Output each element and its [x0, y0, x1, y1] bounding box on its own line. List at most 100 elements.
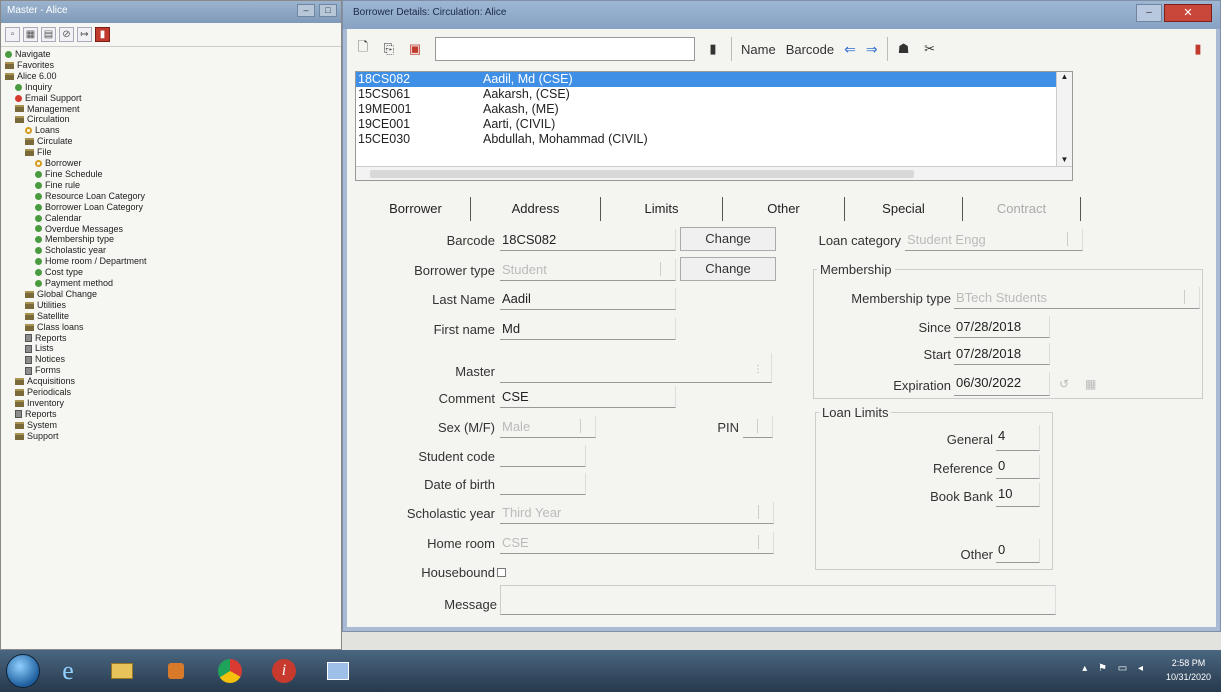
tree-item[interactable]: Scholastic year — [1, 245, 341, 256]
membership-type-select[interactable]: BTech Students — [954, 287, 1200, 309]
other-limit-field[interactable]: 0 — [996, 539, 1040, 563]
name-search-button[interactable]: Name — [736, 42, 781, 57]
tree-item[interactable]: Inquiry — [1, 82, 341, 93]
close-button[interactable]: ✕ — [1164, 4, 1212, 22]
tree-item[interactable]: Support — [1, 431, 341, 442]
pin-select[interactable] — [743, 416, 773, 438]
tree-item[interactable]: Fine rule — [1, 180, 341, 191]
new-record-icon[interactable]: 🗋 — [351, 37, 375, 61]
tree-item[interactable]: Lists — [1, 343, 341, 354]
tree-item[interactable]: Circulation — [1, 114, 341, 125]
tree-item[interactable]: Cost type — [1, 267, 341, 278]
tree-item[interactable]: File — [1, 147, 341, 158]
vertical-scrollbar[interactable]: ▲ ▼ — [1056, 72, 1072, 166]
list-row[interactable]: 15CS061 Aakarsh, (CSE) — [356, 87, 1056, 102]
tree-item[interactable]: Satellite — [1, 311, 341, 322]
expiration-field[interactable]: 06/30/2022 — [954, 372, 1050, 396]
tab-other[interactable]: Other — [723, 197, 845, 221]
tree-item[interactable]: Email Support — [1, 93, 341, 104]
tree-item[interactable]: Favorites — [1, 60, 341, 71]
housebound-checkbox[interactable] — [497, 568, 506, 577]
arrow-icon[interactable]: ↦ — [77, 27, 92, 42]
tree-item[interactable]: Home room / Department — [1, 256, 341, 267]
previous-arrow-icon[interactable]: ⇐ — [839, 41, 861, 58]
tree-item[interactable]: Loans — [1, 125, 341, 136]
new-icon[interactable]: ▫ — [5, 27, 20, 42]
tree-item[interactable]: Resource Loan Category — [1, 191, 341, 202]
tree-item[interactable]: Borrower Loan Category — [1, 202, 341, 213]
sex-select[interactable]: Male — [500, 416, 596, 438]
horizontal-scrollbar[interactable] — [356, 166, 1072, 180]
open-icon[interactable]: ▦ — [23, 27, 38, 42]
book-icon[interactable]: ▮ — [701, 37, 725, 61]
tree-item[interactable]: Overdue Messages — [1, 224, 341, 235]
tree-item[interactable]: Periodicals — [1, 387, 341, 398]
tree-item[interactable]: Reports — [1, 409, 341, 420]
minimize-button[interactable]: – — [1136, 4, 1162, 22]
tree-item[interactable]: Fine Schedule — [1, 169, 341, 180]
tree-item[interactable]: System — [1, 420, 341, 431]
since-field[interactable]: 07/28/2018 — [954, 316, 1050, 338]
tree-item[interactable]: Utilities — [1, 300, 341, 311]
cut-icon[interactable]: ✂ — [918, 37, 942, 61]
master-field[interactable] — [500, 353, 772, 383]
tree-item[interactable]: Notices — [1, 354, 341, 365]
reference-field[interactable]: 0 — [996, 455, 1040, 479]
scroll-up-icon[interactable]: ▲ — [1057, 72, 1072, 81]
tree-item[interactable]: Borrower — [1, 158, 341, 169]
change-barcode-button[interactable]: Change — [680, 227, 776, 251]
alice-app-icon[interactable]: i — [262, 655, 306, 687]
clock[interactable]: 2:58 PM 10/31/2020 — [1166, 656, 1211, 684]
home-room-select[interactable]: CSE — [500, 532, 774, 554]
tab-special[interactable]: Special — [845, 197, 963, 221]
stop-icon[interactable]: ⊘ — [59, 27, 74, 42]
change-type-button[interactable]: Change — [680, 257, 776, 281]
scroll-down-icon[interactable]: ▼ — [1057, 155, 1072, 164]
last-name-field[interactable]: Aadil — [500, 288, 676, 310]
tab-address[interactable]: Address — [471, 197, 601, 221]
copy-icon[interactable]: ⎘ — [377, 37, 401, 61]
save-icon[interactable]: ▤ — [41, 27, 56, 42]
tree-item[interactable]: Reports — [1, 333, 341, 344]
barcode-search-button[interactable]: Barcode — [781, 42, 839, 57]
tree-item[interactable]: Inventory — [1, 398, 341, 409]
list-row[interactable]: 19CE001 Aarti, (CIVIL) — [356, 117, 1056, 132]
minimize-button[interactable]: – — [297, 4, 315, 17]
exit-icon[interactable]: ▮ — [1186, 37, 1210, 61]
general-field[interactable]: 4 — [996, 425, 1040, 451]
next-arrow-icon[interactable]: ⇒ — [861, 41, 883, 58]
internet-explorer-icon[interactable]: e — [46, 655, 90, 687]
tree-item[interactable]: Circulate — [1, 136, 341, 147]
book-bank-field[interactable]: 10 — [996, 483, 1040, 507]
system-tray[interactable]: ▴ ⚑ ▭ ◂ — [1082, 663, 1147, 674]
tree-item[interactable]: Alice 6.00 — [1, 71, 341, 82]
tree-item[interactable]: Navigate — [1, 49, 341, 60]
start-field[interactable]: 07/28/2018 — [954, 343, 1050, 365]
tree-item[interactable]: Acquisitions — [1, 376, 341, 387]
file-explorer-icon[interactable] — [100, 655, 144, 687]
calendar-icon[interactable]: ▦ — [1085, 377, 1096, 391]
tree-item[interactable]: Calendar — [1, 213, 341, 224]
date-of-birth-field[interactable] — [500, 473, 586, 495]
list-row[interactable]: 19ME001 Aakash, (ME) — [356, 102, 1056, 117]
lookup-icon[interactable]: ⋮ — [753, 364, 763, 375]
tree-item[interactable]: Global Change — [1, 289, 341, 300]
tab-borrower[interactable]: Borrower — [361, 197, 471, 221]
loan-category-select[interactable]: Student Engg — [905, 229, 1083, 251]
borrower-list[interactable]: 18CS082 Aadil, Md (CSE) 15CS061 Aakarsh, (C… — [355, 71, 1073, 181]
delete-icon[interactable]: ▣ — [403, 37, 427, 61]
list-row[interactable]: 18CS082 Aadil, Md (CSE) — [356, 72, 1056, 87]
start-button[interactable] — [6, 654, 40, 688]
student-code-field[interactable] — [500, 445, 586, 467]
tab-limits[interactable]: Limits — [601, 197, 723, 221]
borrower-type-select[interactable]: Student — [500, 259, 676, 281]
window-switch-icon[interactable] — [316, 655, 360, 687]
tree-item[interactable]: Payment method — [1, 278, 341, 289]
exit-icon[interactable]: ▮ — [95, 27, 110, 42]
barcode-field[interactable]: 18CS082 — [500, 229, 676, 251]
scholastic-year-select[interactable]: Third Year — [500, 502, 774, 524]
message-field[interactable] — [500, 585, 1056, 615]
list-row[interactable]: 15CE030 Abdullah, Mohammad (CIVIL) — [356, 132, 1056, 147]
search-input[interactable] — [435, 37, 695, 61]
tree-item[interactable]: Membership type — [1, 234, 341, 245]
